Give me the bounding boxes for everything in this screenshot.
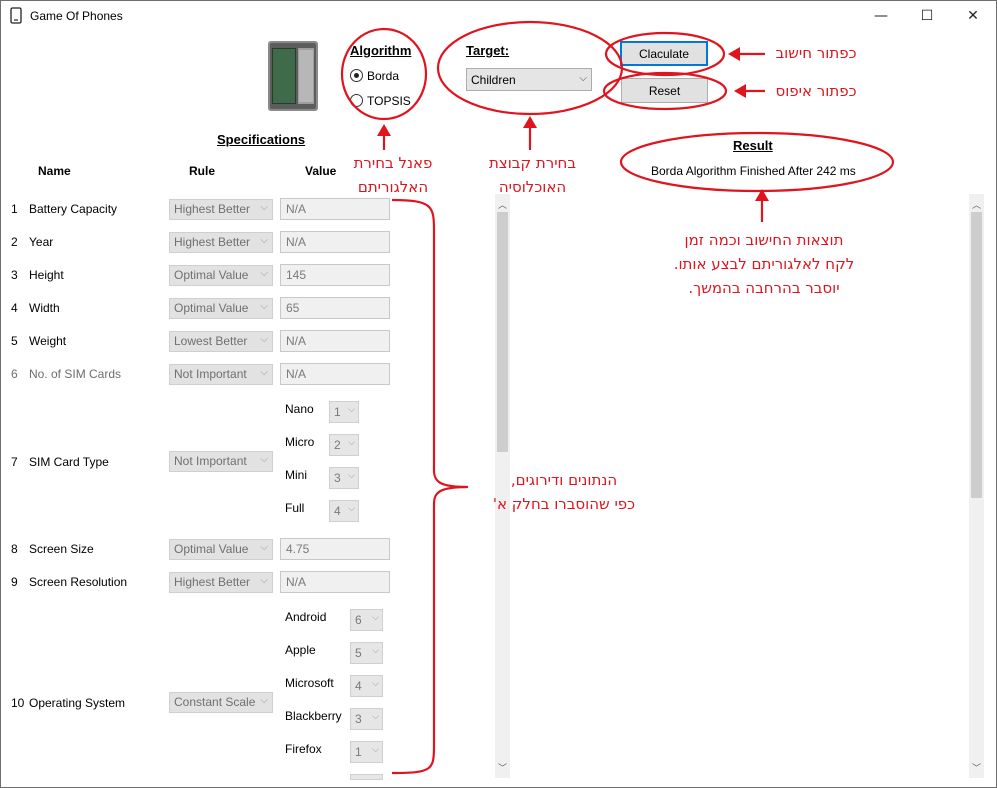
data-bracket — [391, 198, 469, 775]
target-annotation: בחירת קבוצת האוכלוסיה — [488, 154, 577, 196]
result-circle — [619, 131, 895, 193]
result-annotation: תוצאות החישוב וכמה זמן לקח לאלגוריתם לבצע… — [673, 231, 855, 297]
arrowhead — [734, 84, 746, 98]
target-circle — [436, 20, 624, 116]
reset-circle — [602, 71, 728, 111]
calculate-annotation: כפתור חישוב — [775, 44, 857, 62]
reset-annotation: כפתור איפוס — [775, 82, 857, 100]
calculate-circle — [604, 31, 726, 77]
algorithm-annotation: פאנל בחירת האלגוריתם — [353, 154, 433, 196]
algorithm-circle — [340, 27, 428, 121]
arrowhead — [728, 47, 740, 61]
arrowhead — [377, 124, 391, 136]
arrowhead — [523, 116, 537, 128]
annotation-layer — [340, 20, 895, 775]
data-annotation: הנתונים ודירוגים, כפי שהוסברו בחלק א' — [492, 471, 636, 513]
